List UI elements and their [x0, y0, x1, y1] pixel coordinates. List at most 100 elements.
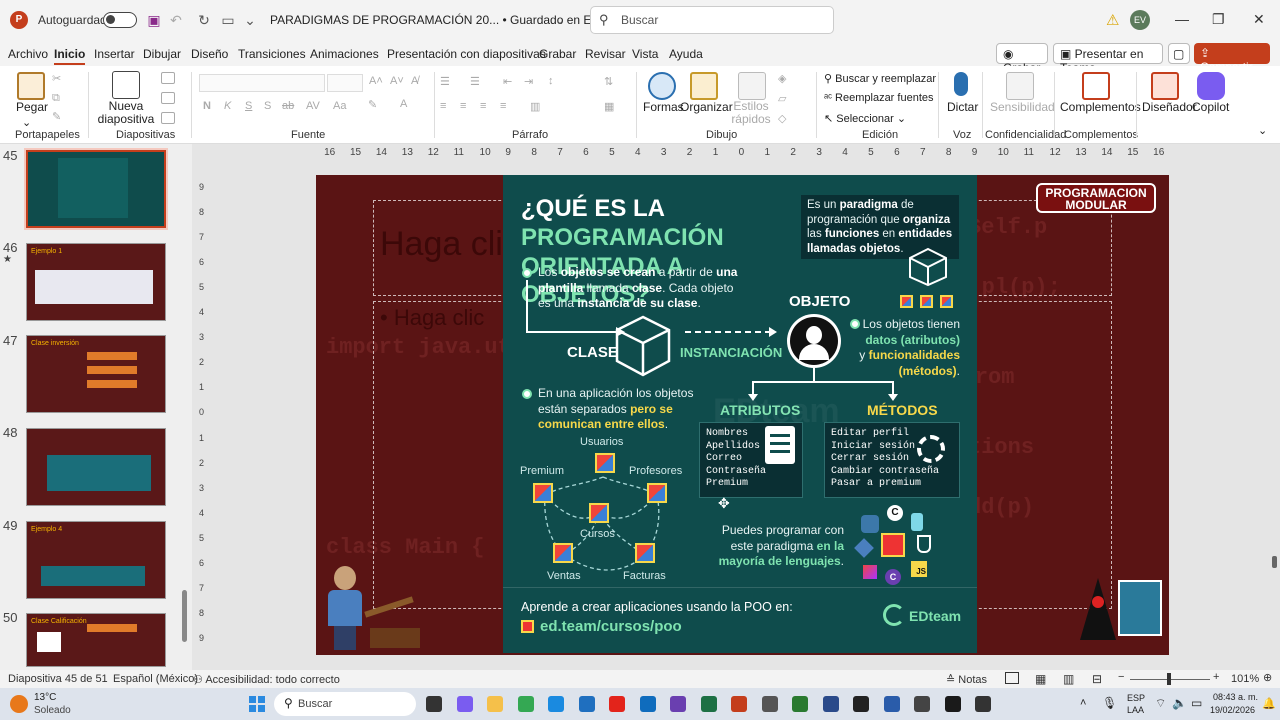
thumbnail-slide-49[interactable]: Ejemplo 4: [26, 521, 166, 599]
chrome-icon[interactable]: [517, 696, 534, 712]
shadow-icon[interactable]: S: [264, 100, 271, 112]
increase-indent-icon[interactable]: ⇥: [524, 75, 533, 88]
keyboard-layout[interactable]: LAA: [1127, 705, 1144, 715]
decrease-indent-icon[interactable]: ⇤: [503, 75, 512, 88]
visual-studio-icon[interactable]: [670, 696, 686, 712]
quick-styles-icon[interactable]: [738, 72, 766, 100]
addins-button[interactable]: Complementos: [1060, 100, 1141, 114]
slide-sorter-icon[interactable]: ▦: [1035, 672, 1046, 686]
close-icon[interactable]: ✕: [1253, 11, 1265, 28]
battery-icon[interactable]: ▭: [1191, 696, 1202, 710]
tab-revisar[interactable]: Revisar: [585, 47, 626, 61]
comments-icon[interactable]: ▢: [1168, 43, 1190, 64]
paste-icon[interactable]: [17, 72, 45, 100]
undo-icon[interactable]: ↶: [168, 12, 184, 28]
tab-diseno[interactable]: Diseño: [191, 47, 228, 61]
copilot-icon[interactable]: [456, 696, 473, 712]
strikethrough-icon[interactable]: ab: [282, 100, 294, 112]
numbering-icon[interactable]: ☰: [470, 75, 480, 88]
tab-dibujar[interactable]: Dibujar: [143, 47, 181, 61]
copilot-icon[interactable]: [1197, 72, 1225, 100]
search-box[interactable]: ⚲ Buscar: [590, 6, 834, 34]
tab-ayuda[interactable]: Ayuda: [669, 47, 703, 61]
zoom-slider-thumb[interactable]: [1167, 673, 1171, 685]
bullets-icon[interactable]: ☰: [440, 75, 450, 88]
designer-button[interactable]: Diseñador: [1142, 100, 1197, 114]
customize-toolbar-icon[interactable]: ⌄: [242, 12, 258, 28]
reset-icon[interactable]: [161, 92, 175, 104]
arrange-icon[interactable]: [690, 72, 718, 100]
quick-styles-button[interactable]: Estilos rápidos: [731, 100, 771, 126]
tab-transiciones[interactable]: Transiciones: [238, 47, 306, 61]
dictate-button[interactable]: Dictar: [947, 100, 978, 114]
find-replace-button[interactable]: ⚲ Buscar y reemplazar: [824, 72, 936, 85]
shrink-font-icon[interactable]: A˅: [390, 75, 404, 87]
thumbnail-slide-47[interactable]: Clase inversión: [26, 335, 166, 413]
text-direction-icon[interactable]: ⇅: [604, 75, 613, 88]
thumbnail-slide-46[interactable]: Ejemplo 1: [26, 243, 166, 321]
present-teams-button[interactable]: ▣ Presentar en Teams: [1053, 43, 1163, 75]
thumbnail-slide-45[interactable]: [24, 148, 168, 230]
line-spacing-icon[interactable]: ↕: [548, 75, 554, 87]
addins-icon[interactable]: [1082, 72, 1110, 100]
underline-icon[interactable]: S: [245, 100, 252, 112]
slide-counter[interactable]: Diapositiva 45 de 51: [8, 673, 108, 685]
microphone-icon[interactable]: 🎙: [1102, 696, 1117, 710]
settings-icon[interactable]: [761, 696, 778, 712]
tab-animaciones[interactable]: Animaciones: [310, 47, 379, 61]
align-right-icon[interactable]: ≡: [480, 100, 486, 112]
tab-vista[interactable]: Vista: [632, 47, 658, 61]
vscode-icon[interactable]: [578, 696, 595, 712]
obs-icon[interactable]: [975, 696, 991, 712]
task-view-icon[interactable]: [426, 696, 442, 712]
collapse-ribbon-icon[interactable]: ⌄: [1258, 124, 1267, 137]
tab-grabar[interactable]: Grabar: [539, 47, 576, 61]
record-button[interactable]: ◉ Grabar: [996, 43, 1048, 75]
tab-inicio[interactable]: Inicio: [54, 47, 86, 65]
document-title[interactable]: PARADIGMAS DE PROGRAMACIÓN 20... • Guard…: [270, 13, 627, 27]
font-size-box[interactable]: [327, 74, 363, 92]
outlook-icon[interactable]: [639, 696, 656, 712]
language-status[interactable]: Español (México): [113, 673, 198, 685]
section-icon[interactable]: [161, 112, 175, 124]
tab-insertar[interactable]: Insertar: [94, 47, 135, 61]
justify-icon[interactable]: ≡: [500, 100, 506, 112]
align-left-icon[interactable]: ≡: [440, 100, 446, 112]
notifications-icon[interactable]: 🔔: [1262, 697, 1276, 710]
normal-view-icon[interactable]: [1005, 672, 1019, 684]
zoom-out-icon[interactable]: −: [1118, 671, 1124, 683]
font-color-icon[interactable]: A: [400, 98, 407, 110]
shapes-button[interactable]: Formas: [643, 100, 684, 114]
github-icon[interactable]: [853, 696, 869, 712]
redo-icon[interactable]: ↻: [196, 12, 212, 28]
paste-button[interactable]: Pegar: [16, 100, 48, 114]
new-slide-button[interactable]: Nueva diapositiva: [96, 100, 156, 126]
restore-icon[interactable]: ❐: [1212, 11, 1225, 28]
language-indicator[interactable]: ESP: [1127, 693, 1145, 703]
excel-icon[interactable]: [700, 696, 717, 712]
sensitivity-button[interactable]: Sensibilidad: [990, 100, 1055, 114]
shape-effects-icon[interactable]: ◇: [778, 112, 786, 125]
accessibility-status[interactable]: ⚇ Accesibilidad: todo correcto: [193, 673, 340, 686]
columns-icon[interactable]: ▥: [530, 100, 540, 113]
warning-icon[interactable]: ⚠: [1106, 11, 1119, 29]
taskbar-search[interactable]: ⚲ Buscar: [274, 692, 416, 716]
layout-icon[interactable]: [161, 72, 175, 84]
notes-button[interactable]: ≙ Notas: [946, 673, 987, 686]
save-icon[interactable]: ▣: [146, 12, 162, 28]
devcpp-icon[interactable]: [822, 696, 839, 712]
autosave-toggle[interactable]: [103, 12, 137, 28]
align-center-icon[interactable]: ≡: [460, 100, 466, 112]
zoom-level[interactable]: 101%: [1231, 673, 1259, 685]
change-case-icon[interactable]: Aa: [333, 100, 346, 112]
shape-fill-icon[interactable]: ◈: [778, 72, 786, 85]
designer-icon[interactable]: [1151, 72, 1179, 100]
volume-icon[interactable]: 🔈: [1172, 696, 1187, 710]
user-avatar[interactable]: EV: [1130, 10, 1150, 30]
dreamweaver-icon[interactable]: [792, 696, 808, 712]
smartart-icon[interactable]: ▦: [604, 100, 614, 113]
tab-archivo[interactable]: Archivo: [8, 47, 48, 61]
present-from-start-icon[interactable]: ▭: [220, 12, 236, 28]
zoom-in-icon[interactable]: +: [1213, 671, 1219, 683]
highlight-icon[interactable]: ✎: [368, 98, 377, 111]
